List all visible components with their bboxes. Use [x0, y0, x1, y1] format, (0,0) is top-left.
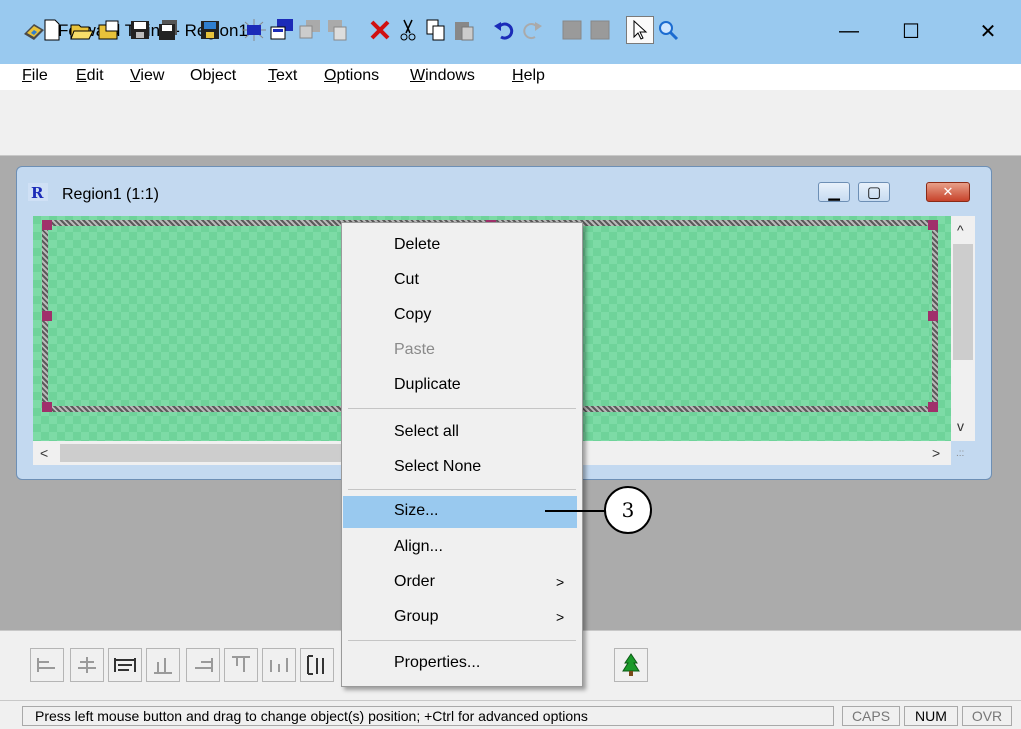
- pointer-icon[interactable]: [626, 16, 654, 44]
- menu-item-size[interactable]: Size...: [394, 502, 438, 520]
- scroll-left-arrow[interactable]: <: [40, 445, 48, 461]
- scroll-up-arrow[interactable]: ^: [957, 222, 964, 238]
- size-grip[interactable]: .::: [956, 448, 964, 459]
- menu-windows[interactable]: Windows: [410, 67, 475, 85]
- menu-separator: [348, 408, 576, 409]
- resize-handle-top-right[interactable]: [928, 220, 938, 230]
- align-top-icon[interactable]: [224, 648, 258, 682]
- align-center-icon[interactable]: [70, 648, 104, 682]
- group-b-icon[interactable]: [586, 16, 614, 44]
- align-bottom-icon[interactable]: [146, 648, 180, 682]
- copy-style-icon[interactable]: [296, 16, 324, 44]
- vertical-scroll-thumb[interactable]: [953, 244, 973, 360]
- import-icon[interactable]: [268, 16, 296, 44]
- menu-separator: [348, 640, 576, 641]
- child-close-button[interactable]: ✕: [926, 182, 970, 202]
- close-button[interactable]: ✕: [965, 14, 1011, 48]
- child-restore-button[interactable]: ▢: [858, 182, 890, 202]
- resize-handle-bottom-left[interactable]: [42, 402, 52, 412]
- align-width-icon[interactable]: [108, 648, 142, 682]
- menu-view[interactable]: View: [130, 67, 164, 85]
- paste-icon[interactable]: [450, 16, 478, 44]
- open-icon[interactable]: [68, 16, 96, 44]
- menu-item-select-all[interactable]: Select all: [394, 423, 459, 441]
- num-indicator: NUM: [904, 706, 958, 726]
- menu-object[interactable]: Object: [190, 67, 236, 85]
- resize-handle-bottom-right[interactable]: [928, 402, 938, 412]
- open-print-icon[interactable]: [96, 16, 124, 44]
- minimize-button[interactable]: —: [826, 14, 872, 48]
- redo-icon[interactable]: [518, 16, 546, 44]
- menu-item-cut[interactable]: Cut: [394, 271, 419, 289]
- menu-file[interactable]: File: [22, 67, 48, 85]
- new-icon[interactable]: [38, 16, 66, 44]
- save-all-icon[interactable]: [154, 16, 182, 44]
- menu-item-order[interactable]: Order: [394, 573, 435, 591]
- save-icon[interactable]: [126, 16, 154, 44]
- region-title: Region1 (1:1): [62, 186, 159, 203]
- svg-text:R: R: [31, 184, 44, 201]
- menu-text[interactable]: Text: [268, 67, 297, 85]
- scroll-right-arrow[interactable]: >: [932, 445, 940, 461]
- resize-handle-left[interactable]: [42, 311, 52, 321]
- group-a-icon[interactable]: [558, 16, 586, 44]
- align-right-icon[interactable]: [186, 648, 220, 682]
- context-menu: [341, 222, 583, 687]
- ovr-indicator: OVR: [962, 706, 1012, 726]
- menu-item-paste[interactable]: Paste: [394, 341, 435, 359]
- region-icon: R: [28, 183, 48, 202]
- main-toolbar: [0, 92, 1021, 156]
- menu-item-duplicate[interactable]: Duplicate: [394, 376, 461, 394]
- callout-marker: 3: [604, 486, 652, 534]
- menu-help[interactable]: Help: [512, 67, 545, 85]
- align-left-icon[interactable]: [30, 648, 64, 682]
- align-height-icon[interactable]: [300, 648, 334, 682]
- menu-options[interactable]: Options: [324, 67, 379, 85]
- delete-icon[interactable]: [366, 16, 394, 44]
- resize-handle-top-left[interactable]: [42, 220, 52, 230]
- menu-separator: [348, 489, 576, 490]
- save-project-icon[interactable]: [196, 16, 224, 44]
- menu-edit[interactable]: Edit: [76, 67, 104, 85]
- copy-icon[interactable]: [422, 16, 450, 44]
- submenu-arrow: >: [556, 574, 565, 590]
- callout-line: [545, 510, 605, 512]
- menu-item-group[interactable]: Group: [394, 608, 438, 626]
- menu-item-copy[interactable]: Copy: [394, 306, 431, 324]
- maximize-button[interactable]: ☐: [888, 14, 934, 48]
- menu-item-align[interactable]: Align...: [394, 538, 443, 556]
- scroll-down-arrow[interactable]: v: [957, 418, 964, 434]
- caps-indicator: CAPS: [842, 706, 900, 726]
- menu-bar: File Edit View Object Text Options Windo…: [0, 64, 1021, 90]
- menu-item-delete[interactable]: Delete: [394, 236, 440, 254]
- zoom-icon[interactable]: [654, 16, 682, 44]
- status-message: Press left mouse button and drag to chan…: [22, 706, 834, 726]
- submenu-arrow: >: [556, 609, 565, 625]
- cut-icon[interactable]: [394, 16, 422, 44]
- undo-icon[interactable]: [490, 16, 518, 44]
- distribute-icon[interactable]: [262, 648, 296, 682]
- tree-icon[interactable]: [614, 648, 648, 682]
- horizontal-scroll-thumb[interactable]: [60, 444, 350, 462]
- resize-handle-right[interactable]: [928, 311, 938, 321]
- context-menu-highlight: [343, 496, 577, 528]
- paste-style-icon[interactable]: [324, 16, 352, 44]
- capture-icon[interactable]: [240, 16, 268, 44]
- menu-item-properties[interactable]: Properties...: [394, 654, 480, 672]
- child-minimize-button[interactable]: ▁: [818, 182, 850, 202]
- menu-item-select-none[interactable]: Select None: [394, 458, 481, 476]
